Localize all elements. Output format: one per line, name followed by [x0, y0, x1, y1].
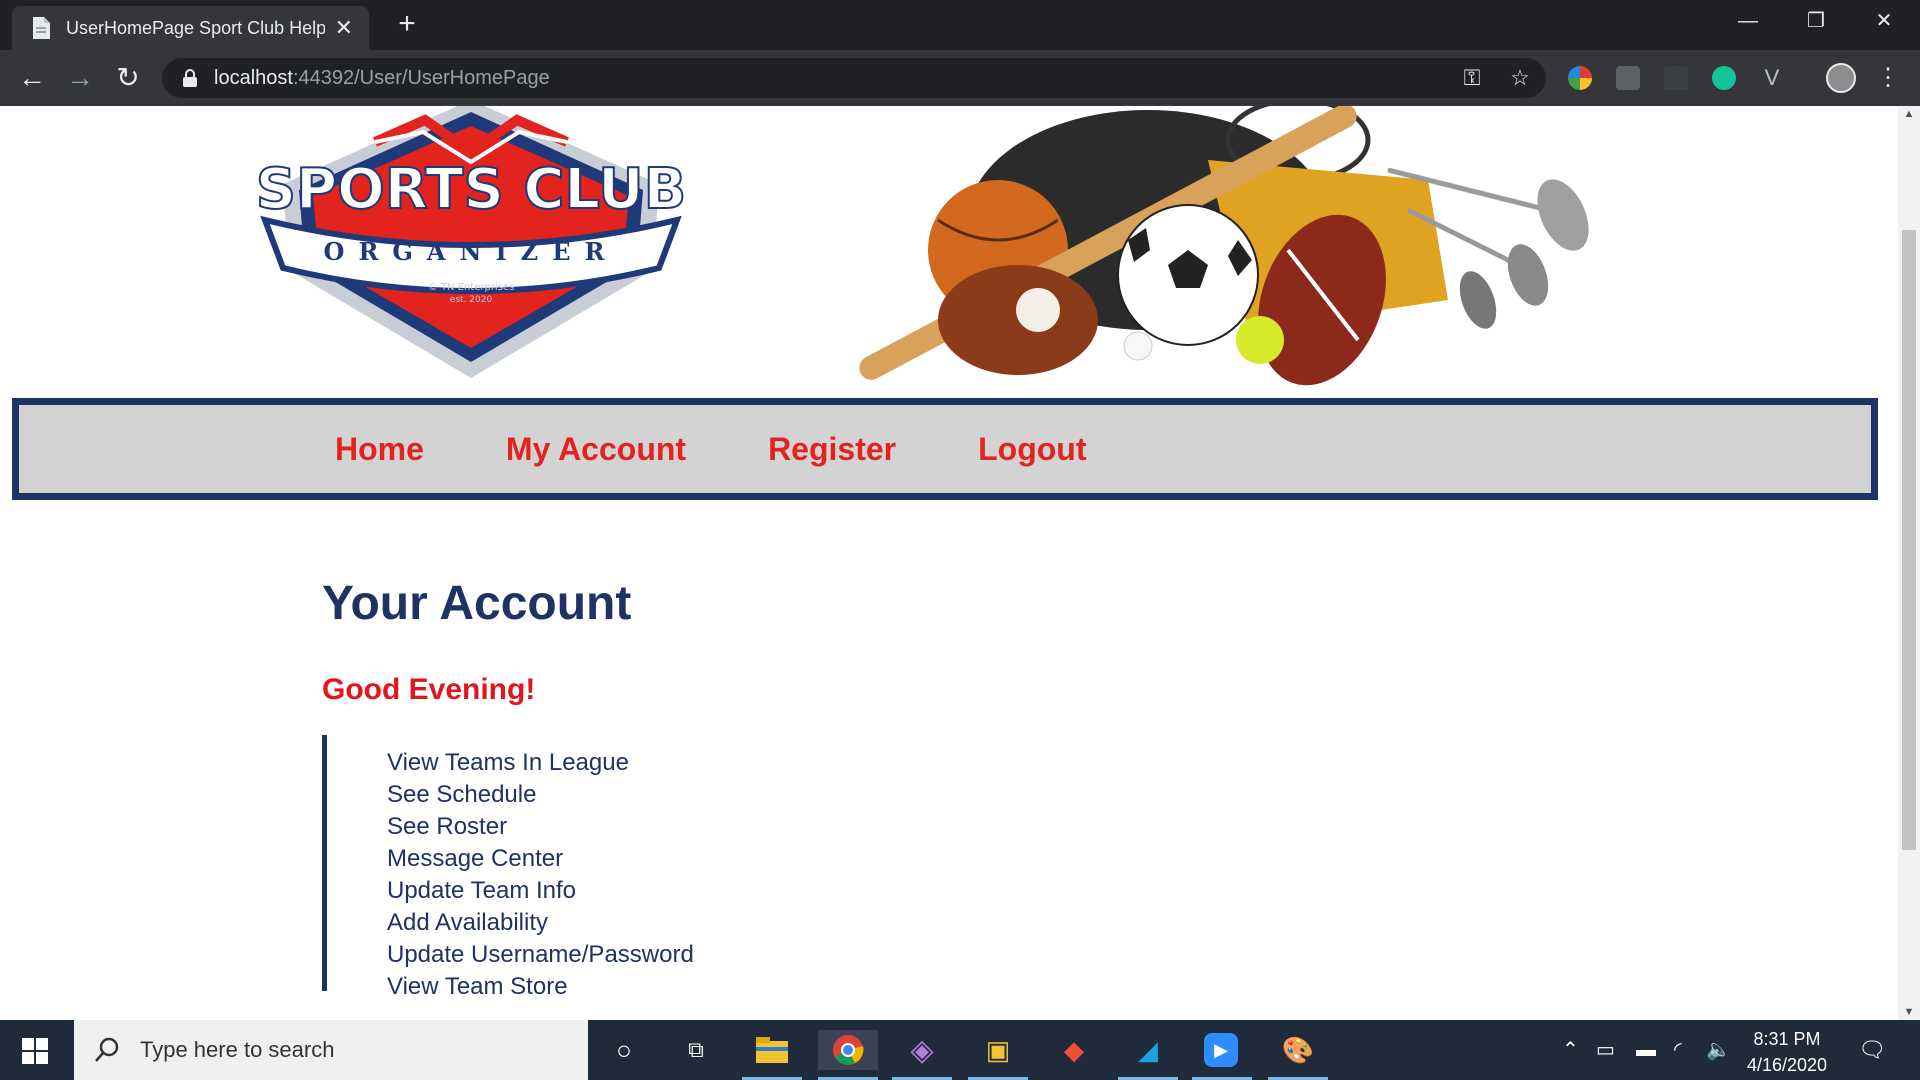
main-nav: Home My Account Register Logout: [12, 398, 1878, 500]
file-explorer-icon[interactable]: [752, 1030, 792, 1070]
git-tool-icon[interactable]: ◆: [1054, 1030, 1094, 1070]
link-see-schedule[interactable]: See Schedule: [387, 779, 694, 811]
color-extension-icon[interactable]: [1568, 66, 1592, 90]
page-viewport: SPORTS CLUB ORGANIZER © TN Enterprises e…: [0, 106, 1898, 1020]
page-title: Your Account: [322, 577, 632, 630]
logo-subtitle: ORGANIZER: [324, 237, 619, 266]
star-icon[interactable]: ☆: [1500, 58, 1540, 98]
tab-title: UserHomePage Sport Club Helpe: [66, 17, 325, 38]
browser-tab[interactable]: UserHomePage Sport Club Helpe ✕: [12, 6, 369, 50]
zoom-icon[interactable]: ▶: [1204, 1033, 1238, 1067]
nav-register-link[interactable]: Register: [768, 431, 896, 468]
nav-my-account-link[interactable]: My Account: [506, 431, 686, 468]
taskbar-search[interactable]: Type here to search: [74, 1020, 588, 1080]
sports-club-logo[interactable]: SPORTS CLUB ORGANIZER © TN Enterprises e…: [255, 106, 687, 392]
app-blue-icon[interactable]: ◢: [1128, 1030, 1168, 1070]
chrome-icon[interactable]: [818, 1030, 878, 1070]
windows-taskbar: Type here to search ○ ⧉ ◈ ▣ ◆ ◢ ▶ 🎨 ⌃ ▭ …: [0, 1020, 1920, 1080]
forward-arrow-icon[interactable]: →: [60, 58, 100, 98]
logo-est: est. 2020: [450, 295, 493, 305]
browser-toolbar: ← → ↻ localhost:44392/User/UserHomePage …: [0, 50, 1920, 106]
link-see-roster[interactable]: See Roster: [387, 811, 694, 843]
tray-chevron-icon[interactable]: ⌃: [1562, 1020, 1579, 1080]
search-icon: [95, 1037, 119, 1062]
more-menu-icon[interactable]: ⋮: [1868, 58, 1908, 98]
wifi-icon[interactable]: ◜: [1674, 1020, 1682, 1080]
minimize-icon[interactable]: —: [1714, 0, 1782, 42]
scrollbar-thumb[interactable]: [1902, 230, 1916, 850]
link-message-center[interactable]: Message Center: [387, 843, 694, 875]
search-placeholder: Type here to search: [140, 1037, 335, 1062]
key-icon[interactable]: ⚿: [1452, 58, 1492, 98]
account-content: Your Account Good Evening! View Teams In…: [322, 576, 694, 1000]
browser-tab-bar: UserHomePage Sport Club Helpe ✕ + — ❐ ✕: [0, 0, 1920, 50]
logo-credit: © TN Enterprises: [428, 282, 515, 293]
page-scrollbar[interactable]: ▲ ▼: [1898, 106, 1920, 1020]
url-host: localhost: [214, 66, 293, 89]
greeting-text: Good Evening!: [322, 673, 536, 706]
tray-app-icon[interactable]: ▭: [1596, 1020, 1615, 1080]
document-icon: [33, 17, 50, 39]
nav-logout-link[interactable]: Logout: [978, 431, 1086, 468]
link-view-teams[interactable]: View Teams In League: [387, 747, 694, 779]
new-tab-icon[interactable]: +: [390, 8, 424, 42]
visual-studio-icon[interactable]: ◈: [902, 1030, 942, 1070]
logo-title: SPORTS CLUB: [256, 157, 687, 222]
reload-icon[interactable]: ↻: [108, 58, 148, 98]
link-view-team-store[interactable]: View Team Store: [387, 971, 694, 1003]
v-extension-icon[interactable]: V: [1760, 66, 1784, 90]
link-update-credentials[interactable]: Update Username/Password: [387, 939, 694, 971]
restore-icon[interactable]: ❐: [1782, 0, 1850, 42]
sports-equipment-image: [859, 106, 1589, 386]
link-add-availability[interactable]: Add Availability: [387, 907, 694, 939]
sql-tool-icon[interactable]: ▣: [978, 1030, 1018, 1070]
close-tab-icon[interactable]: ✕: [335, 15, 353, 41]
system-clock[interactable]: 8:31 PM 4/16/2020: [1722, 1026, 1852, 1078]
address-bar[interactable]: localhost:44392/User/UserHomePage ⚿ ☆: [162, 58, 1546, 98]
wave-extension-icon[interactable]: [1664, 66, 1688, 90]
nav-home-link[interactable]: Home: [335, 431, 424, 468]
paint-icon[interactable]: 🎨: [1278, 1030, 1318, 1070]
cortana-icon[interactable]: ○: [604, 1030, 644, 1070]
clock-time: 8:31 PM: [1753, 1029, 1821, 1049]
battery-icon[interactable]: ▬: [1636, 1020, 1656, 1080]
account-links: View Teams In League See Schedule See Ro…: [322, 735, 694, 1000]
url-path: :44392/User/UserHomePage: [292, 66, 550, 89]
windows-start-icon[interactable]: [22, 1038, 48, 1064]
avatar[interactable]: [1826, 63, 1856, 93]
back-arrow-icon[interactable]: ←: [12, 58, 52, 98]
notifications-icon[interactable]: 🗨: [1858, 1020, 1886, 1080]
scroll-up-icon[interactable]: ▲: [1902, 108, 1916, 120]
puzzle-extension-icon[interactable]: [1616, 66, 1640, 90]
window-close-icon[interactable]: ✕: [1850, 0, 1918, 42]
scroll-down-icon[interactable]: ▼: [1902, 1006, 1916, 1018]
lock-icon: [183, 69, 197, 87]
grammarly-icon[interactable]: [1712, 66, 1736, 90]
clock-date: 4/16/2020: [1746, 1055, 1828, 1075]
link-update-team-info[interactable]: Update Team Info: [387, 875, 694, 907]
task-view-icon[interactable]: ⧉: [676, 1030, 716, 1070]
